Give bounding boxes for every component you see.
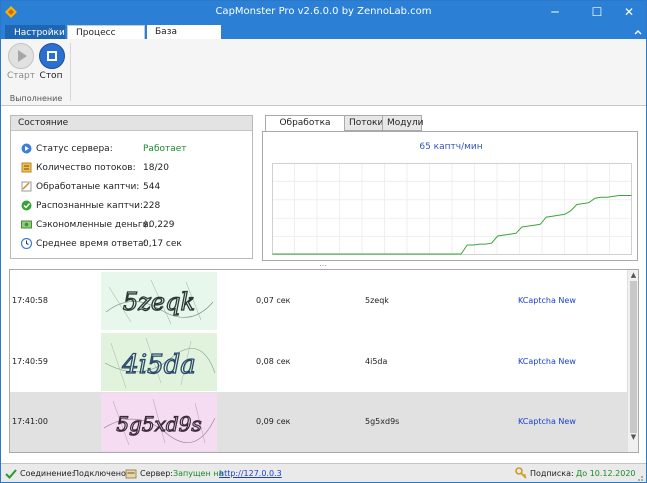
status-panel-header: Состояние [11, 116, 252, 131]
captcha-answer: 4i5da [365, 357, 388, 366]
response-time-value: 0,17 сек [143, 239, 182, 249]
processed-label: Обработаные каптчи: [36, 182, 140, 192]
recognized-check-icon [21, 200, 32, 211]
ribbon-panel: Старт Стоп Выполнение [1, 39, 646, 106]
captcha-image-text: 4i5da [121, 350, 196, 380]
money-label: Сэкономленные деньги: [36, 220, 152, 230]
server-running-text: Запущен на [173, 469, 224, 478]
scroll-up-arrow-icon[interactable]: ▲ [629, 271, 638, 280]
money-icon [21, 220, 32, 229]
status-panel: Состояние Статус сервера: Работает Колич… [10, 115, 253, 259]
status-row-processed: Обработаные каптчи: 544 [21, 180, 251, 194]
captcha-module: KCaptcha New [518, 357, 576, 366]
captcha-answer: 5g5xd9s [365, 417, 400, 426]
clock-icon [21, 238, 32, 249]
server-icon [125, 469, 137, 479]
recognized-value: 228 [143, 201, 161, 211]
minimize-button[interactable]: ─ [537, 1, 573, 23]
status-row-threads: Количество потоков: 18/20 [21, 161, 251, 175]
captcha-time: 17:40:58 [12, 296, 48, 305]
tab-modules[interactable]: Модули [382, 115, 423, 131]
captcha-time: 17:40:59 [12, 357, 48, 366]
subscription-label: Подписка: [530, 469, 574, 478]
maximize-button[interactable]: ☐ [579, 1, 615, 23]
status-row-server: Статус сервера: Работает [21, 142, 251, 156]
captcha-duration: 0,07 сек [256, 296, 291, 305]
status-row-money: Сэкономленные деньги: $0,229 [21, 218, 251, 232]
subscription-value: До 10.12.2020 [576, 469, 636, 478]
captcha-time: 17:41:00 [12, 417, 48, 426]
threads-icon [21, 162, 32, 173]
tab-threads[interactable]: Потоки [344, 115, 383, 131]
resize-grip-icon[interactable] [634, 472, 644, 482]
play-icon [18, 50, 27, 62]
server-status-icon [21, 143, 32, 154]
scroll-down-arrow-icon[interactable]: ▼ [629, 433, 638, 442]
list-item[interactable]: 17:40:59 4i5da 0,08 сек 4i5da KCaptcha N… [10, 332, 628, 392]
key-icon [515, 467, 527, 479]
captcha-answer: 5zeqk [365, 296, 389, 305]
threads-label: Количество потоков: [36, 163, 136, 173]
response-time-label: Среднее время ответа: [36, 239, 147, 249]
captcha-list: 17:40:58 5zeqk 0,07 сек 5zeqk KCaptcha N… [9, 269, 639, 453]
stop-icon [47, 51, 57, 61]
captcha-module: KCaptcha New [518, 417, 576, 426]
captcha-image: 5zeqk [101, 272, 217, 330]
captcha-rate-chart [272, 163, 632, 255]
processed-captcha-icon [21, 181, 32, 192]
status-bar: Соединение: Подключено Сервер: Запущен н… [1, 463, 646, 482]
captcha-image: 5g5xd9s [101, 393, 217, 451]
connection-value: Подключено [73, 469, 126, 478]
chevron-up-icon[interactable] [633, 27, 643, 37]
server-status-label: Статус сервера: [36, 144, 113, 154]
connection-check-icon [5, 469, 17, 479]
server-status-value: Работает [143, 144, 187, 154]
connection-label: Соединение: [20, 469, 75, 478]
threads-value: 18/20 [143, 163, 169, 173]
captcha-image-text: 5g5xd9s [116, 412, 201, 436]
list-scrollbar[interactable]: ▲ ▼ [627, 270, 638, 452]
stop-label: Стоп [39, 71, 63, 81]
list-item[interactable]: 17:40:58 5zeqk 0,07 сек 5zeqk KCaptcha N… [10, 271, 628, 331]
start-button[interactable] [8, 43, 34, 69]
ribbon-tab-bar: Настройки Процесс работы База модулей [1, 23, 646, 52]
stop-button[interactable] [39, 43, 65, 69]
server-label: Сервер: [140, 469, 173, 478]
recognized-label: Распознанные каптчи: [36, 201, 144, 211]
captcha-module: KCaptcha New [518, 296, 576, 305]
chart-area: Обработка каптч Потоки Модули 65 каптч/м… [262, 115, 638, 261]
captcha-duration: 0,08 сек [256, 357, 291, 366]
captcha-duration: 0,09 сек [256, 417, 291, 426]
server-url-link[interactable]: http://127.0.0.3 [219, 464, 282, 483]
tab-module-base[interactable]: База модулей [147, 25, 221, 51]
tab-captcha-processing[interactable]: Обработка каптч [265, 115, 345, 143]
list-item[interactable]: 17:41:00 5g5xd9s 0,09 сек 5g5xd9s KCaptc… [10, 392, 628, 452]
status-row-recognized: Распознанные каптчи: 228 [21, 199, 251, 213]
chart-panel: 65 каптч/мин [262, 131, 638, 261]
close-button[interactable]: ✕ [611, 1, 647, 23]
money-value: $0,229 [143, 220, 175, 230]
status-row-response-time: Среднее время ответа: 0,17 сек [21, 237, 251, 251]
chart-title: 65 каптч/мин [419, 142, 483, 152]
ribbon-group-label: Выполнение [9, 94, 63, 103]
tab-settings[interactable]: Настройки [5, 25, 65, 40]
tab-work-process[interactable]: Процесс работы [67, 25, 145, 52]
captcha-image: 4i5da [101, 333, 217, 391]
ribbon-group-separator [70, 43, 71, 101]
captcha-image-text: 5zeqk [123, 288, 195, 316]
title-bar: CapMonster Pro v2.6.0.0 by ZennoLab.com … [1, 1, 646, 23]
app-window: CapMonster Pro v2.6.0.0 by ZennoLab.com … [0, 0, 647, 483]
scroll-thumb[interactable] [630, 281, 637, 433]
processed-value: 544 [143, 182, 161, 192]
